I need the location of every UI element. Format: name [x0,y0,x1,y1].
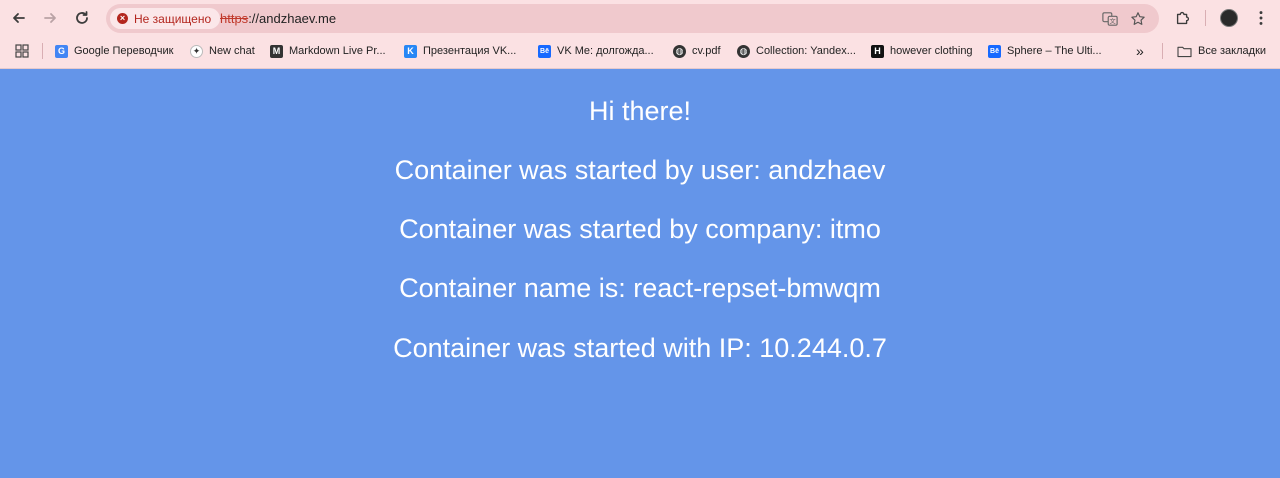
security-label: Не защищено [134,11,212,26]
bookmark-google-translate[interactable]: G Google Переводчик [55,42,174,60]
profile-avatar[interactable] [1220,9,1238,27]
openai-icon: ✦ [190,44,203,58]
bookmark-collection-yandex[interactable]: ◍ Collection: Yandex... [737,42,856,60]
bookmark-label: cv.pdf [692,45,721,57]
vk-icon: K [404,44,417,58]
url-scheme: https [220,11,249,26]
company-info-text: Container was started by company: itmo [399,214,881,244]
browser-chrome: × Не защищено https://andzhaev.me 文 G Go… [0,0,1280,69]
bookmark-vk-me[interactable]: Bē VK Me: долгожда... [538,42,654,60]
container-ip-text: Container was started with IP: 10.244.0.… [393,333,887,363]
bookmark-label: however clothing [890,45,973,57]
svg-text:文: 文 [1110,17,1117,25]
bookmarks-divider [1162,43,1163,59]
insecure-icon: × [117,13,128,24]
however-icon: H [871,44,884,58]
all-bookmarks-folder[interactable]: Все закладки [1177,42,1266,60]
url-text[interactable]: https://andzhaev.me [220,11,336,26]
bookmark-label: VK Me: долгожда... [557,45,654,57]
bookmark-new-chat[interactable]: ✦ New chat [190,42,255,60]
behance-icon: Bē [988,44,1001,58]
markdown-icon: M [270,44,283,58]
page-content: Hi there! Container was started by user:… [0,69,1280,478]
apps-icon[interactable] [15,42,29,60]
bookmark-label: Collection: Yandex... [756,45,856,57]
url-host: ://andzhaev.me [248,11,337,26]
google-translate-icon: G [55,44,68,58]
reload-button[interactable] [70,6,94,30]
toolbar-divider [1205,10,1206,26]
bookmark-label: Google Переводчик [74,45,174,57]
bookmark-label: New chat [209,45,255,57]
bookmarks-bar: G Google Переводчик ✦ New chat M Markdow… [0,38,1280,64]
container-name-text: Container name is: react-repset-bmwqm [399,273,881,303]
globe-icon: ◍ [673,44,686,58]
all-bookmarks-label: Все закладки [1198,45,1267,57]
back-arrow-icon [13,13,25,23]
reload-icon [76,11,88,24]
bookmark-label: Презентация VK... [423,45,517,57]
greeting-text: Hi there! [588,96,692,126]
globe-icon: ◍ [737,44,750,58]
bookmark-label: Sphere – The Ulti... [1007,45,1102,57]
translate-icon[interactable]: 文 [1101,10,1119,28]
behance-icon: Bē [538,44,551,58]
forward-arrow-icon [44,13,56,23]
bookmark-however-clothing[interactable]: H however clothing [871,42,973,60]
bookmark-cv-pdf[interactable]: ◍ cv.pdf [673,42,721,60]
back-button[interactable] [7,6,31,30]
bookmark-sphere[interactable]: Bē Sphere – The Ulti... [988,42,1102,60]
extensions-icon[interactable] [1173,8,1193,28]
user-info-text: Container was started by user: andzhaev [394,155,886,185]
browser-toolbar: × Не защищено https://andzhaev.me 文 [0,0,1280,36]
more-bookmarks-chevron-icon[interactable]: » [1136,42,1144,60]
bookmark-label: Markdown Live Pr... [289,45,386,57]
bookmark-markdown-live[interactable]: M Markdown Live Pr... [270,42,386,60]
bookmark-vk-presentation[interactable]: K Презентация VK... [404,42,516,60]
bookmarks-divider [42,43,43,59]
address-bar[interactable]: × Не защищено https://andzhaev.me 文 [106,4,1159,33]
forward-button[interactable] [38,6,62,30]
folder-icon [1177,46,1192,57]
security-indicator[interactable]: × Не защищено [110,8,221,29]
menu-icon[interactable] [1251,8,1271,28]
bookmark-star-icon[interactable] [1129,10,1147,28]
